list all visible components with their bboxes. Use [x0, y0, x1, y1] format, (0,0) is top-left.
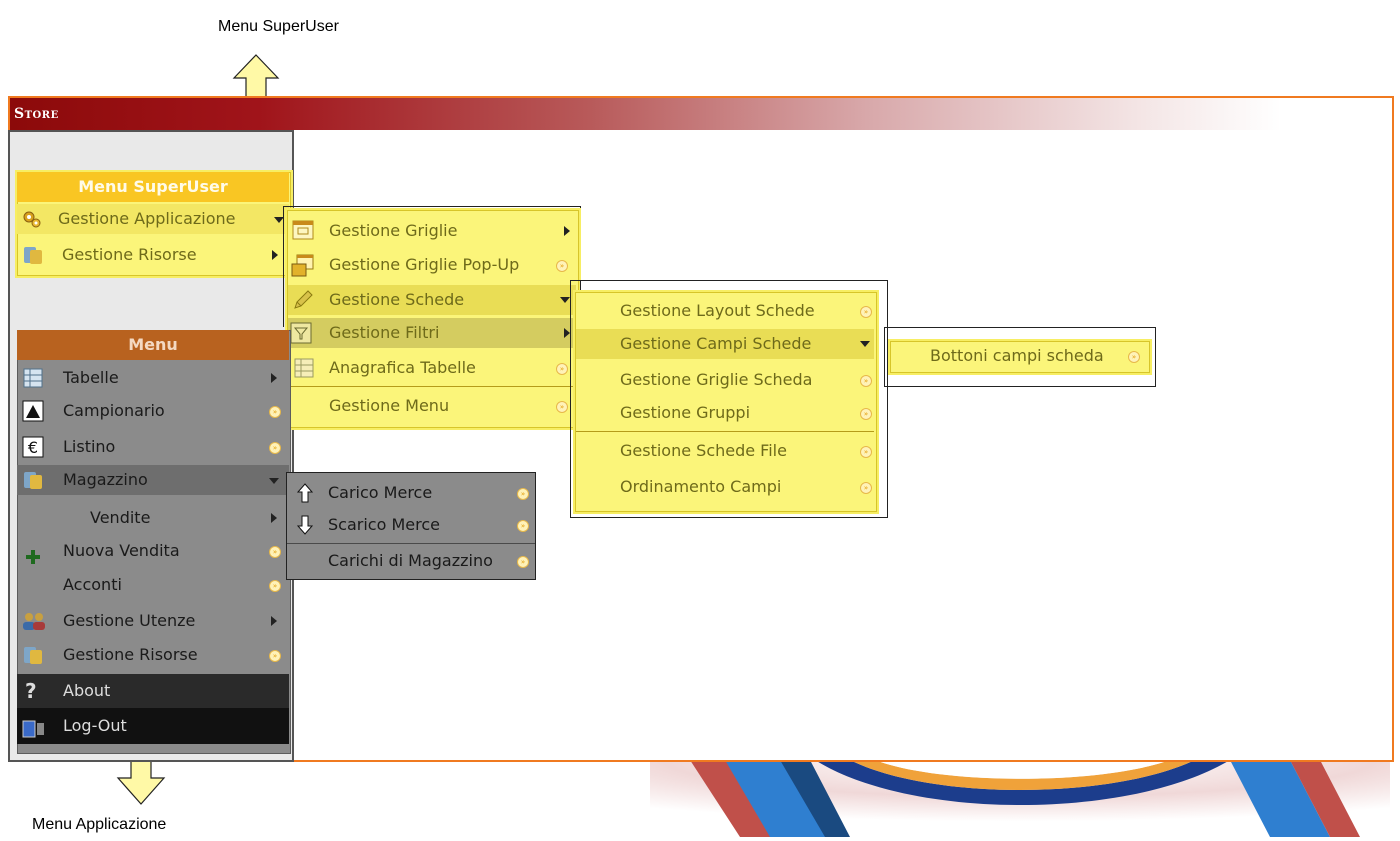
- resources-icon: [22, 469, 44, 501]
- logout-icon: [22, 716, 46, 752]
- go-icon: »: [269, 406, 281, 418]
- arrow-down-icon: [296, 515, 314, 545]
- gears-icon: [22, 209, 42, 239]
- go-icon: »: [517, 556, 529, 568]
- title-bar: [10, 98, 1392, 130]
- grid-icon: [292, 220, 314, 250]
- menu-item-vendite[interactable]: Vendite: [17, 503, 289, 533]
- menu-separator: [287, 543, 535, 544]
- euro-icon: €: [22, 436, 44, 468]
- menu-item-carichi-magazzino[interactable]: Carichi di Magazzino »: [287, 546, 535, 576]
- go-icon: »: [860, 482, 872, 494]
- chevron-down-icon: [860, 341, 870, 347]
- go-icon: »: [269, 442, 281, 454]
- go-icon: »: [269, 650, 281, 662]
- menu-item-ordinamento-campi[interactable]: Ordinamento Campi »: [576, 472, 874, 502]
- go-icon: »: [860, 375, 872, 387]
- menu-item-gestione-risorse-main[interactable]: Gestione Risorse »: [17, 640, 289, 670]
- menu-item-anagrafica-tabelle[interactable]: Anagrafica Tabelle »: [288, 353, 576, 383]
- go-icon: »: [269, 546, 281, 558]
- go-icon: »: [1128, 351, 1140, 363]
- app-title: Store: [14, 106, 59, 122]
- go-icon: »: [556, 363, 568, 375]
- chevron-right-icon: [272, 250, 278, 260]
- table-icon: [23, 368, 43, 398]
- menu-item-gestione-utenze[interactable]: Gestione Utenze: [17, 606, 289, 636]
- superuser-menu-header: Menu SuperUser: [17, 172, 289, 202]
- arrow-up-icon: [296, 483, 314, 513]
- menu-item-listino[interactable]: € Listino »: [17, 432, 289, 462]
- go-icon: »: [860, 408, 872, 420]
- callout-superuser: Menu SuperUser: [218, 18, 339, 35]
- users-icon: [21, 611, 47, 641]
- menu-item-layout-schede[interactable]: Gestione Layout Schede »: [576, 296, 874, 326]
- question-icon: ?: [25, 679, 37, 703]
- menu-item-gestione-gruppi[interactable]: Gestione Gruppi »: [576, 398, 874, 428]
- resources-icon: [22, 244, 44, 276]
- menu-item-campi-schede[interactable]: Gestione Campi Schede: [576, 329, 874, 359]
- svg-text:€: €: [28, 438, 38, 457]
- resources-icon: [22, 644, 44, 676]
- pencil-icon: [292, 289, 314, 321]
- menu-item-about[interactable]: ? About: [17, 674, 289, 708]
- go-icon: »: [517, 488, 529, 500]
- menu-item-scarico-merce[interactable]: Scarico Merce »: [287, 510, 535, 540]
- menu-item-nuova-vendita[interactable]: Nuova Vendita »: [17, 536, 289, 566]
- chevron-right-icon: [271, 373, 277, 383]
- callout-applicazione: Menu Applicazione: [32, 816, 167, 833]
- menu-item-gestione-applicazione[interactable]: Gestione Applicazione: [17, 204, 289, 234]
- go-icon: »: [269, 580, 281, 592]
- main-menu-header: Menu: [17, 330, 289, 360]
- menu-item-tabelle[interactable]: Tabelle: [17, 363, 289, 393]
- chevron-right-icon: [271, 616, 277, 626]
- menu-item-acconti[interactable]: Acconti »: [17, 570, 289, 600]
- menu-item-gestione-griglie-popup[interactable]: Gestione Griglie Pop-Up »: [288, 250, 576, 280]
- chevron-right-icon: [271, 513, 277, 523]
- campionario-icon: [22, 400, 44, 432]
- menu-item-griglie-scheda[interactable]: Gestione Griglie Scheda »: [576, 365, 874, 395]
- menu-item-magazzino[interactable]: Magazzino: [17, 465, 289, 495]
- menu-item-gestione-filtri[interactable]: Gestione Filtri: [288, 318, 576, 348]
- menu-item-logout[interactable]: Log-Out: [17, 708, 289, 744]
- menu-item-gestione-schede[interactable]: Gestione Schede: [288, 285, 576, 315]
- menu-item-gestione-risorse[interactable]: Gestione Risorse: [17, 240, 289, 270]
- chevron-right-icon: [564, 226, 570, 236]
- background-art: [650, 760, 1390, 837]
- menu-separator: [288, 386, 576, 387]
- go-icon: »: [860, 446, 872, 458]
- menu-item-gestione-griglie[interactable]: Gestione Griglie: [288, 216, 576, 246]
- chevron-down-icon: [560, 297, 570, 303]
- filter-icon: [290, 322, 312, 354]
- go-icon: »: [517, 520, 529, 532]
- menu-item-schede-file[interactable]: Gestione Schede File »: [576, 436, 874, 466]
- chevron-down-icon: [269, 478, 279, 484]
- go-icon: »: [556, 260, 568, 272]
- menu-item-campionario[interactable]: Campionario »: [17, 396, 289, 426]
- table-icon: [294, 358, 314, 388]
- menu-separator: [576, 431, 874, 432]
- menu-item-carico-merce[interactable]: Carico Merce »: [287, 478, 535, 508]
- popup-grid-icon: [291, 254, 315, 288]
- menu-item-bottoni-campi-scheda[interactable]: Bottoni campi scheda »: [890, 341, 1148, 371]
- menu-item-gestione-menu[interactable]: Gestione Menu »: [288, 391, 576, 421]
- go-icon: »: [556, 401, 568, 413]
- go-icon: »: [860, 306, 872, 318]
